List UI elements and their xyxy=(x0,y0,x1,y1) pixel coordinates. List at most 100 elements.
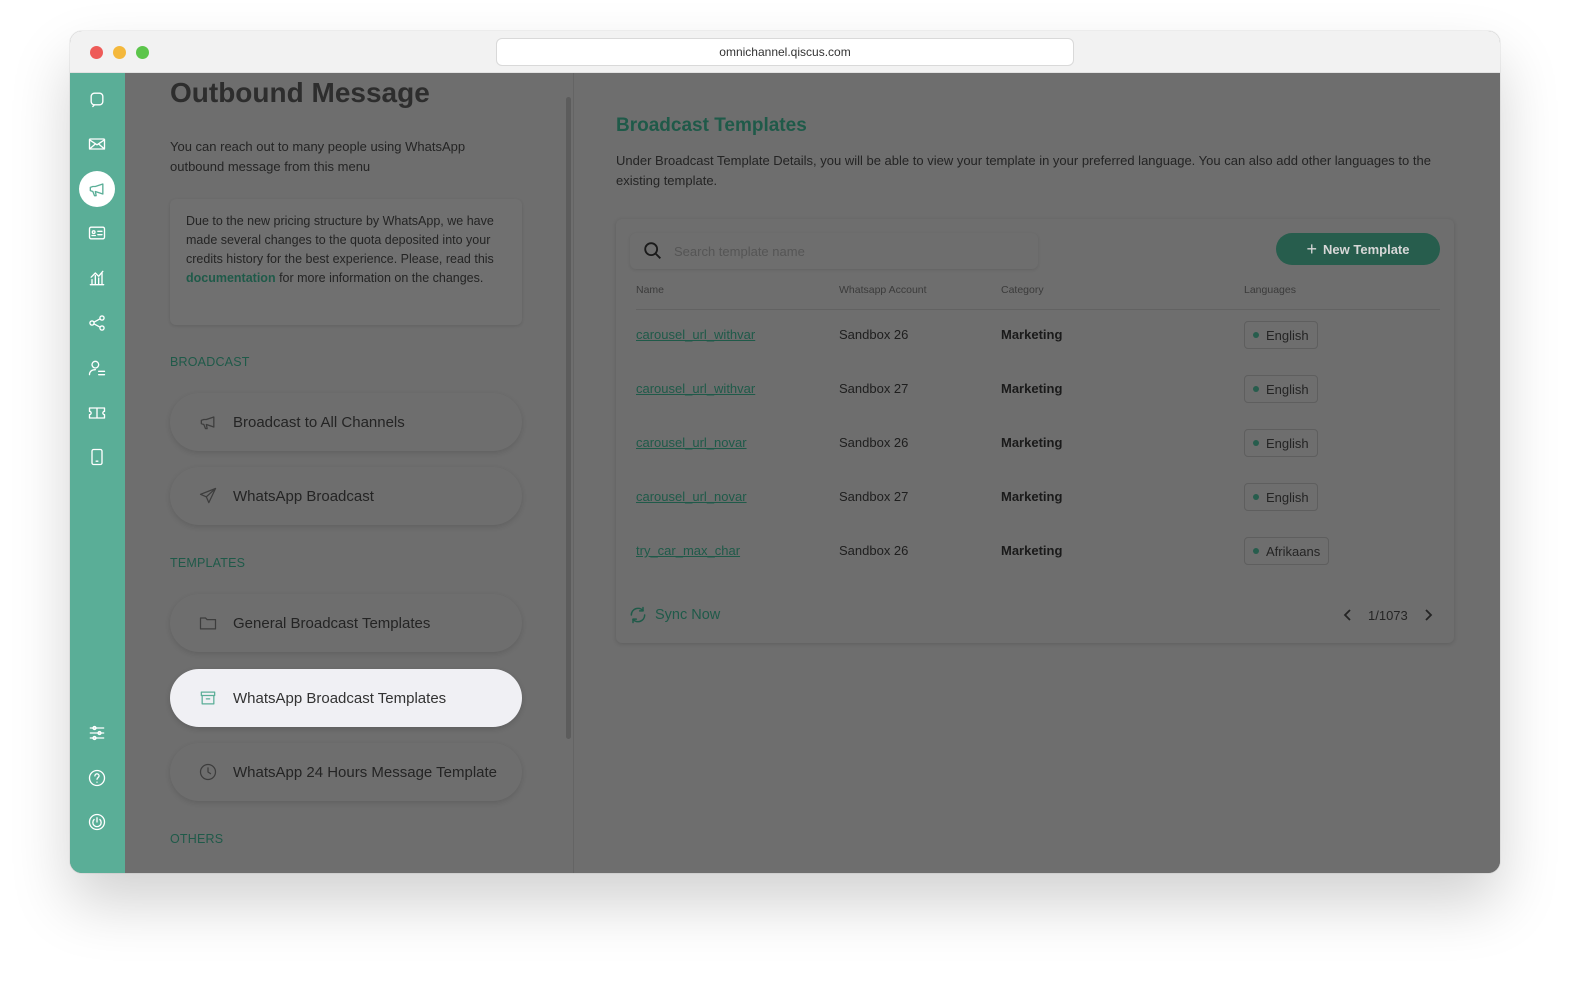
category-cell: Marketing xyxy=(1001,543,1063,558)
plus-icon: + xyxy=(1306,239,1318,259)
language-label: English xyxy=(1266,489,1309,505)
template-name-link[interactable]: carousel_url_novar xyxy=(636,470,747,524)
table-row[interactable]: carousel_url_novar Sandbox 26 Marketing … xyxy=(636,416,1440,470)
nav-mail-icon[interactable] xyxy=(79,126,115,162)
table-header: Name Whatsapp Account Category Languages xyxy=(636,284,1440,310)
address-bar[interactable]: omnichannel.qiscus.com xyxy=(496,38,1074,66)
status-dot-icon xyxy=(1253,332,1259,338)
search-box xyxy=(630,233,1038,269)
template-name-link[interactable]: try_car_max_char xyxy=(636,524,740,578)
minimize-window-button[interactable] xyxy=(113,46,126,59)
table-row[interactable]: carousel_url_withvar Sandbox 27 Marketin… xyxy=(636,362,1440,416)
archive-icon xyxy=(196,686,220,710)
language-label: English xyxy=(1266,381,1309,397)
status-dot-icon xyxy=(1253,386,1259,392)
column-header-account: Whatsapp Account xyxy=(839,284,927,296)
browser-window: omnichannel.qiscus.com Outbound Message … xyxy=(70,31,1500,873)
nav-power-icon[interactable] xyxy=(79,804,115,840)
nav-mobile-icon[interactable] xyxy=(79,439,115,475)
table-row[interactable]: try_car_max_char Sandbox 26 Marketing Af… xyxy=(636,524,1440,578)
menu-whatsapp-24h-template[interactable]: WhatsApp 24 Hours Message Template xyxy=(170,743,522,801)
menu-label: WhatsApp Broadcast xyxy=(233,487,374,505)
language-label: English xyxy=(1266,435,1309,451)
nav-ticket-icon[interactable] xyxy=(79,395,115,431)
outbound-menu-panel: Outbound Message You can reach out to ma… xyxy=(125,73,574,873)
notice-text-before: Due to the new pricing structure by What… xyxy=(186,214,494,266)
language-badge: English xyxy=(1244,375,1318,403)
template-name-link[interactable]: carousel_url_novar xyxy=(636,416,747,470)
category-cell: Marketing xyxy=(1001,381,1063,396)
language-label: English xyxy=(1266,327,1309,343)
menu-label: Broadcast to All Channels xyxy=(233,413,405,431)
account-cell: Sandbox 26 xyxy=(839,435,909,450)
templates-panel: Broadcast Templates Under Broadcast Temp… xyxy=(574,73,1500,873)
templates-description: Under Broadcast Template Details, you wi… xyxy=(616,153,1431,188)
menu-label: General Broadcast Templates xyxy=(233,614,431,632)
nav-help-icon[interactable] xyxy=(79,760,115,796)
template-name-link[interactable]: carousel_url_withvar xyxy=(636,308,755,362)
column-header-category: Category xyxy=(1001,284,1044,296)
send-icon xyxy=(196,484,220,508)
menu-broadcast-all-channels[interactable]: Broadcast to All Channels xyxy=(170,393,522,451)
menu-whatsapp-broadcast[interactable]: WhatsApp Broadcast xyxy=(170,467,522,525)
template-name-link[interactable]: carousel_url_withvar xyxy=(636,362,755,416)
sync-now-label: Sync Now xyxy=(655,607,721,623)
account-cell: Sandbox 26 xyxy=(839,543,909,558)
nav-integration-icon[interactable] xyxy=(79,305,115,341)
clock-icon xyxy=(196,760,220,784)
column-header-name: Name xyxy=(636,284,665,296)
section-label-templates: TEMPLATES xyxy=(170,556,246,570)
status-dot-icon xyxy=(1253,440,1259,446)
pricing-notice: Due to the new pricing structure by What… xyxy=(170,199,522,325)
megaphone-icon xyxy=(196,410,220,434)
nav-contacts-icon[interactable] xyxy=(79,215,115,251)
documentation-link[interactable]: documentation xyxy=(186,271,276,285)
nav-agent-icon[interactable] xyxy=(79,350,115,386)
left-panel-scrollbar[interactable] xyxy=(566,97,571,739)
table-row[interactable]: carousel_url_novar Sandbox 27 Marketing … xyxy=(636,470,1440,524)
pagination: 1/1073 xyxy=(1340,605,1436,625)
search-icon xyxy=(642,240,664,262)
language-label: Afrikaans xyxy=(1266,543,1321,559)
notice-text-after: for more information on the changes. xyxy=(275,271,484,285)
account-cell: Sandbox 27 xyxy=(839,381,909,396)
nav-broadcast-icon[interactable] xyxy=(79,171,115,207)
chevron-right-icon[interactable] xyxy=(1420,605,1436,625)
new-template-label: New Template xyxy=(1323,241,1410,257)
app-content: Outbound Message You can reach out to ma… xyxy=(70,73,1500,873)
close-window-button[interactable] xyxy=(90,46,103,59)
browser-titlebar: omnichannel.qiscus.com xyxy=(70,31,1500,73)
language-badge: English xyxy=(1244,429,1318,457)
table-row[interactable]: carousel_url_withvar Sandbox 26 Marketin… xyxy=(636,308,1440,362)
templates-card: + New Template Name Whatsapp Account Cat… xyxy=(616,219,1454,643)
menu-label: WhatsApp 24 Hours Message Template xyxy=(233,763,498,781)
nav-chat-icon[interactable] xyxy=(79,81,115,117)
templates-title: Broadcast Templates xyxy=(616,115,807,136)
category-cell: Marketing xyxy=(1001,327,1063,342)
icon-sidebar xyxy=(70,73,125,873)
maximize-window-button[interactable] xyxy=(136,46,149,59)
column-header-languages: Languages xyxy=(1244,284,1296,296)
nav-analytics-icon[interactable] xyxy=(79,260,115,296)
status-dot-icon xyxy=(1253,494,1259,500)
search-input[interactable] xyxy=(674,243,1014,259)
refresh-icon xyxy=(630,606,646,624)
account-cell: Sandbox 27 xyxy=(839,489,909,504)
section-label-broadcast: BROADCAST xyxy=(170,355,250,369)
language-badge: English xyxy=(1244,321,1318,349)
chevron-left-icon[interactable] xyxy=(1340,605,1356,625)
page-description: You can reach out to many people using W… xyxy=(170,139,466,174)
nav-settings-icon[interactable] xyxy=(79,715,115,751)
section-label-others: OTHERS xyxy=(170,832,224,846)
folder-icon xyxy=(196,611,220,635)
page-title: Outbound Message xyxy=(170,77,430,108)
page-indicator: 1/1073 xyxy=(1368,607,1408,623)
category-cell: Marketing xyxy=(1001,435,1063,450)
menu-general-broadcast-templates[interactable]: General Broadcast Templates xyxy=(170,594,522,652)
menu-whatsapp-broadcast-templates[interactable]: WhatsApp Broadcast Templates xyxy=(170,669,522,727)
sync-now-button[interactable]: Sync Now xyxy=(628,605,720,625)
language-badge: Afrikaans xyxy=(1244,537,1330,565)
new-template-button[interactable]: + New Template xyxy=(1276,233,1440,265)
menu-label: WhatsApp Broadcast Templates xyxy=(233,689,447,707)
category-cell: Marketing xyxy=(1001,489,1063,504)
